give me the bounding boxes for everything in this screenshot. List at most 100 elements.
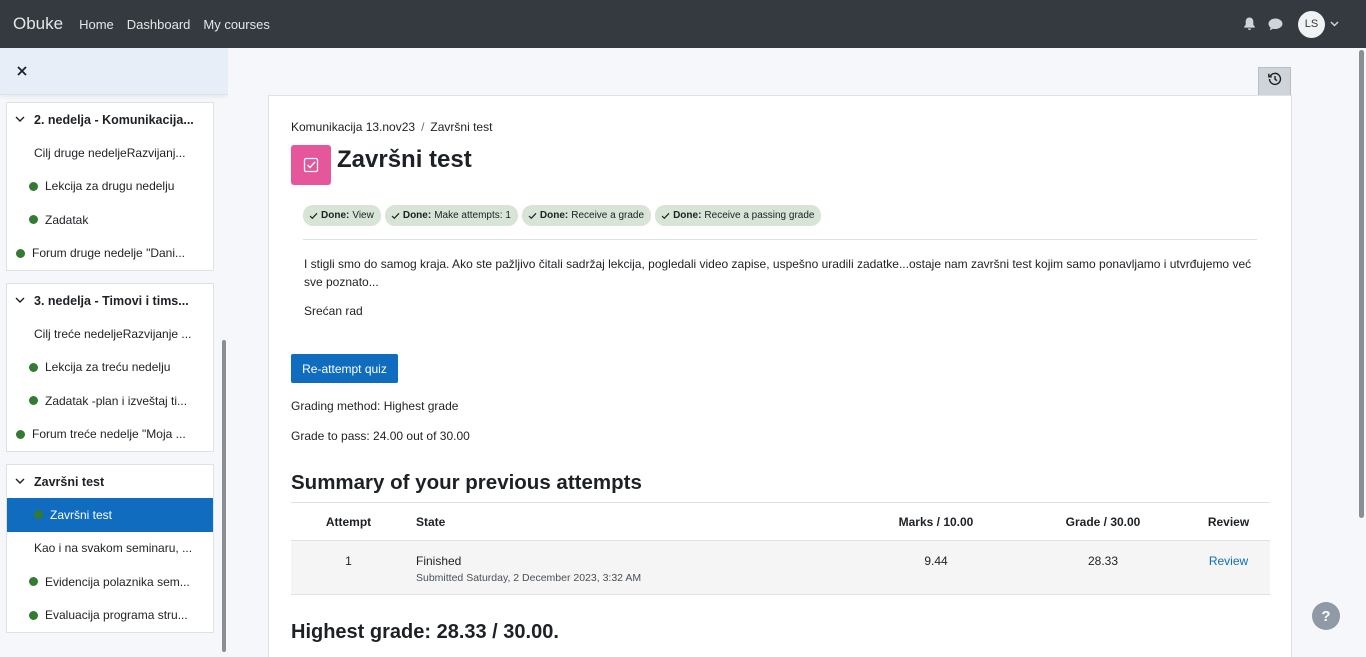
course-module-item[interactable]: Lekcija za treću nedelju	[7, 351, 213, 385]
course-module-label: Lekcija za treću nedelju	[45, 360, 171, 375]
quiz-intro: I stigli smo do samog kraja. Ako ste paž…	[304, 257, 1252, 289]
course-module-label: Zadatak	[45, 212, 89, 227]
course-module-item[interactable]: Zadatak	[7, 203, 213, 237]
course-module-label: Forum druge nedelje "Dani...	[32, 246, 186, 261]
quiz-icon	[291, 145, 331, 185]
course-module-item[interactable]: Cilj druge nedeljeRazvijanj...	[7, 136, 213, 170]
course-module-label: Zadatak -plan i izveštaj ti...	[45, 393, 188, 408]
col-marks: Marks / 10.00	[898, 514, 974, 529]
course-section: 2. nedelja - Komunikacija... Cilj druge n…	[6, 102, 214, 271]
navbar-user-area: LS	[1241, 0, 1366, 48]
completion-badge-label: Receive a passing grade	[704, 210, 815, 221]
user-avatar[interactable]: LS	[1298, 10, 1325, 38]
messages-icon[interactable]	[1267, 16, 1283, 32]
highest-grade: Highest grade: 28.33 / 30.00.	[291, 621, 559, 643]
course-module-label: Evaluacija programa stru...	[45, 608, 188, 623]
page-scrollbar[interactable]	[1359, 50, 1364, 518]
review-link[interactable]: Review	[1209, 554, 1248, 568]
completion-dot-icon	[16, 248, 25, 258]
completion-badge-status: Done:	[539, 210, 569, 221]
course-module-item[interactable]: Završni test	[7, 498, 213, 532]
reattempt-quiz-button[interactable]: Re-attempt quiz	[291, 354, 398, 383]
course-module-label: Cilj treće nedeljeRazvijanje ...	[34, 326, 192, 341]
course-module-label: Forum treće nedelje "Moja ...	[32, 427, 186, 442]
grade-to-pass: Grade to pass: 24.00 out of 30.00	[291, 429, 470, 443]
top-navbar: Obuke Home Dashboard My courses LS	[0, 0, 1366, 48]
completion-dot-icon	[29, 181, 38, 191]
chevron-down-icon[interactable]	[15, 114, 27, 126]
breadcrumb-course[interactable]: Komunikacija 13.nov23	[291, 120, 415, 134]
row-attempt: 1	[345, 554, 352, 568]
bell-icon[interactable]	[1241, 16, 1257, 32]
course-module-label: Završni test	[50, 507, 113, 522]
course-module-label: Cilj druge nedeljeRazvijanj...	[34, 145, 186, 160]
section-title[interactable]: 2. nedelja - Komunikacija...	[7, 103, 213, 136]
course-module-label: Evidencija polaznika sem...	[45, 574, 190, 589]
course-module-item[interactable]: Evaluacija programa stru...	[7, 599, 213, 633]
completion-badge-status: Done:	[402, 210, 432, 221]
breadcrumb: Komunikacija 13.nov23/Završni test	[291, 120, 493, 134]
attempts-table: Attempt State Marks / 10.00 Grade / 30.0…	[291, 502, 1270, 595]
nav-my-courses[interactable]: My courses	[203, 17, 269, 32]
course-module-item[interactable]: Cilj treće nedeljeRazvijanje ...	[7, 317, 213, 351]
col-review: Review	[1207, 514, 1250, 529]
course-module-label: Lekcija za drugu nedelju	[45, 179, 175, 194]
course-module-item[interactable]: Forum treće nedelje "Moja ...	[7, 418, 213, 452]
completion-badge: Done: Receive a passing grade	[655, 205, 822, 226]
check-icon	[309, 211, 318, 220]
history-icon	[1267, 72, 1282, 91]
course-section: Završni test Završni test Kao i na svakom …	[6, 464, 214, 633]
history-button[interactable]	[1258, 67, 1291, 96]
quiz-intro-closing: Srećan rad	[304, 304, 363, 318]
help-button[interactable]: ?	[1312, 602, 1340, 630]
completion-dot-icon	[34, 510, 43, 520]
completion-dot-icon	[29, 362, 38, 372]
page-title: Završni test	[337, 146, 472, 173]
divider	[303, 239, 1257, 240]
section-title[interactable]: 3. nedelja - Timovi i tims...	[7, 284, 213, 317]
nav-home[interactable]: Home	[79, 17, 114, 32]
completion-badge-status: Done:	[673, 210, 702, 221]
course-section: 3. nedelja - Timovi i tims... Cilj treće …	[6, 283, 214, 452]
site-brand[interactable]: Obuke	[13, 14, 63, 34]
course-module-item[interactable]: Forum druge nedelje "Dani...	[7, 237, 213, 271]
col-state: State	[416, 514, 446, 529]
section-title-label: 2. nedelja - Komunikacija...	[34, 112, 194, 127]
section-title-label: Završni test	[34, 474, 105, 489]
row-state: Finished Submitted Saturday, 2 December …	[406, 541, 853, 594]
section-title-label: 3. nedelja - Timovi i tims...	[34, 293, 189, 308]
course-module-item[interactable]: Kao i na svakom seminaru, ...	[7, 532, 213, 566]
check-icon	[661, 211, 670, 220]
chevron-down-icon[interactable]	[15, 476, 27, 488]
close-icon[interactable]	[15, 64, 29, 78]
course-module-label: Kao i na svakom seminaru, ...	[34, 541, 193, 556]
check-icon	[528, 211, 537, 220]
completion-badge-label: Make attempts: 1	[434, 210, 511, 221]
col-grade: Grade / 30.00	[1065, 514, 1141, 529]
chevron-down-icon[interactable]	[15, 295, 27, 307]
completion-dot-icon	[29, 215, 38, 225]
check-icon	[391, 211, 400, 220]
breadcrumb-activity[interactable]: Završni test	[430, 120, 492, 134]
completion-badge: Done: Make attempts: 1	[384, 205, 518, 226]
row-review: Review	[1187, 541, 1270, 594]
summary-heading: Summary of your previous attempts	[291, 471, 642, 494]
completion-dot-icon	[29, 396, 38, 406]
row-state-submitted: Submitted Saturday, 2 December 2023, 3:3…	[416, 572, 642, 584]
drawer-scrollbar[interactable]	[222, 340, 226, 652]
completion-dot-icon	[29, 610, 38, 620]
course-module-item[interactable]: Lekcija za drugu nedelju	[7, 170, 213, 204]
completion-dot-icon	[16, 429, 25, 439]
course-module-item[interactable]: Evidencija polaznika sem...	[7, 565, 213, 599]
section-title[interactable]: Završni test	[7, 465, 213, 498]
nav-dashboard[interactable]: Dashboard	[127, 17, 191, 32]
completion-badge: Done: Receive a grade	[521, 205, 652, 226]
grading-method: Grading method: Highest grade	[291, 399, 459, 413]
completion-requirements: Done: View Done: Make attempts: 1 Done: Recei…	[303, 205, 825, 226]
chevron-down-icon[interactable]	[1330, 21, 1339, 27]
col-attempt: Attempt	[325, 514, 372, 529]
course-module-item[interactable]: Zadatak -plan i izveštaj ti...	[7, 384, 213, 418]
completion-badge: Done: View	[303, 205, 381, 226]
course-index-sections: 2. nedelja - Komunikacija... Cilj druge n…	[0, 102, 228, 645]
completion-dot-icon	[29, 577, 38, 587]
